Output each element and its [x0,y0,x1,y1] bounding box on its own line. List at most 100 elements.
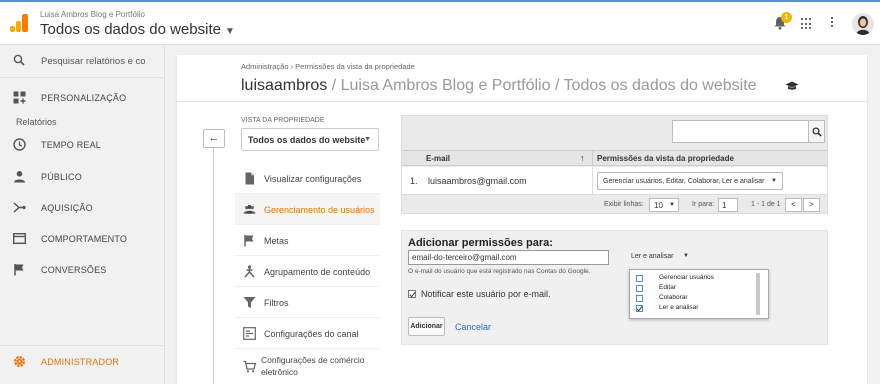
property-view-select[interactable]: Todos os dados do website ▼ [241,128,379,151]
users-table: E-mail ↑ Permissões da vista da propried… [401,115,828,214]
property-view-value: Todos os dados do website [248,135,366,145]
permissions-select[interactable]: Gerenciar usuários, Editar, Colaborar, L… [597,172,783,190]
clock-icon [13,138,26,151]
chevron-left-icon: < [791,200,796,209]
gear-icon [14,356,25,367]
page-title-account: luisaambros [241,77,328,94]
document-icon [245,172,254,185]
dropdown-scrollbar[interactable] [756,273,760,315]
rows-per-page-select[interactable]: 10 ▼ [649,198,679,212]
divider [177,101,867,102]
dashboard-icon [13,91,26,104]
grouping-icon [244,265,255,278]
caret-down-icon: ▼ [364,136,371,143]
checkbox-icon[interactable] [636,295,643,302]
nav-filters[interactable]: Filtros [235,287,380,318]
sidebar-search[interactable]: Pesquisar relatórios e conte [0,45,165,78]
column-header-permissions[interactable]: Permissões da vista da propriedade [597,154,734,163]
sidebar-item-admin[interactable]: ADMINISTRADOR [0,345,165,377]
table-search-input[interactable] [672,120,809,143]
sidebar-item-label: PERSONALIZAÇÃO [41,93,127,103]
checkbox-icon[interactable] [636,285,643,292]
sidebar-item-conversions[interactable]: CONVERSÕES [0,255,165,285]
permissions-value: Gerenciar usuários, Editar, Colaborar, L… [603,178,765,185]
email-field[interactable]: email-do-terceiro@gmail.com [408,250,609,265]
nav-label: Configurações do canal [264,329,359,339]
role-option-label: Gerenciar usuários [659,274,714,281]
nav-label: Gerenciamento de usuários [264,205,375,215]
add-permissions-title: Adicionar permissões para: [408,237,553,249]
column-separator [592,167,593,195]
table-pagination: Exibir linhas: 10 ▼ Ir para: 1 1 - 1 de … [402,196,827,214]
caret-down-icon: ▼ [669,202,675,208]
caret-down-icon: ▼ [683,253,689,259]
prev-page-button[interactable]: < [785,198,802,212]
view-selector-label: Todos os dados do website [40,21,221,38]
role-select[interactable]: Ler e analisar ▼ [631,249,689,265]
nav-label: Visualizar configurações [264,174,362,184]
nav-channel-settings[interactable]: Configurações do canal [235,318,380,349]
table-search-button[interactable] [808,120,825,143]
row-email: luisaambros@gmail.com [428,176,527,186]
graduation-cap-icon[interactable] [785,81,799,91]
rows-label: Exibir linhas: [604,201,644,208]
account-name[interactable]: Luisa Ambros Blog e Portfólio [40,10,145,19]
cancel-button[interactable]: Cancelar [455,322,491,332]
checkbox-checked-icon[interactable] [408,289,416,298]
sidebar-item-audience[interactable]: PÚBLICO [0,162,165,192]
nav-view-settings[interactable]: Visualizar configurações [235,163,380,194]
acquisition-icon [13,202,26,213]
sidebar-item-behavior[interactable]: COMPORTAMENTO [0,224,165,254]
nav-label: Agrupamento de conteúdo [264,267,371,277]
search-icon [812,127,822,137]
channel-icon [243,327,256,340]
apps-grid-icon[interactable] [801,18,813,30]
sidebar-item-label: COMPORTAMENTO [41,234,128,244]
table-row: 1. luisaambros@gmail.com Gerenciar usuár… [402,167,827,195]
checkbox-checked-icon[interactable] [636,305,643,312]
goto-page-input[interactable]: 1 [718,198,738,212]
sidebar: Pesquisar relatórios e conte PERSONALIZA… [0,45,165,384]
avatar[interactable] [852,13,874,35]
sidebar-item-label: AQUISIÇÃO [41,203,93,213]
add-permissions-panel: Adicionar permissões para: email-do-terc… [401,230,828,345]
table-header: E-mail ↑ Permissões da vista da propried… [402,150,827,166]
add-button[interactable]: Adicionar [408,317,445,336]
sidebar-item-personalization[interactable]: PERSONALIZAÇÃO [0,83,165,113]
nav-user-management[interactable]: Gerenciamento de usuários [235,194,380,225]
goto-label: Ir para: [692,201,715,208]
nav-label: Filtros [264,298,289,308]
sidebar-item-label: TEMPO REAL [41,140,102,150]
nav-goals[interactable]: Metas [235,225,380,256]
search-input[interactable]: Pesquisar relatórios e conte [41,56,145,67]
role-option-label: Colaborar [659,294,688,301]
search-icon [13,54,25,66]
main-panel: Administração › Permissões da vista da p… [177,55,867,384]
page-title: luisaambros / Luisa Ambros Blog e Portfó… [241,77,757,95]
column-header-email[interactable]: E-mail [426,154,450,163]
checkbox-icon[interactable] [636,275,643,282]
users-icon [243,205,256,214]
nav-label: Metas [264,236,289,246]
divider [213,148,214,384]
nav-label: Configurações de comércio eletrônico [261,355,365,377]
breadcrumb[interactable]: Administração › Permissões da vista da p… [241,62,415,71]
more-menu-icon[interactable] [831,17,834,30]
sidebar-item-realtime[interactable]: TEMPO REAL [0,130,165,160]
behavior-icon [13,233,26,245]
notify-checkbox[interactable]: Notificar este usuário por e-mail. [408,289,551,299]
sidebar-item-label: ADMINISTRADOR [41,357,120,367]
person-icon [14,171,25,183]
next-page-button[interactable]: > [803,198,820,212]
sort-ascending-icon[interactable]: ↑ [580,153,585,163]
row-number: 1. [410,176,418,186]
view-selector[interactable]: Todos os dados do website ▼ [40,21,235,38]
sidebar-item-label: PÚBLICO [41,172,82,182]
back-button[interactable]: ← [203,129,225,148]
analytics-logo-icon[interactable] [10,14,28,32]
caret-down-icon: ▼ [224,26,235,37]
sidebar-item-label: CONVERSÕES [41,265,107,275]
nav-content-grouping[interactable]: Agrupamento de conteúdo [235,256,380,287]
sidebar-item-acquisition[interactable]: AQUISIÇÃO [0,193,165,223]
nav-ecommerce-settings[interactable]: Configurações de comércio eletrônico [235,349,380,384]
